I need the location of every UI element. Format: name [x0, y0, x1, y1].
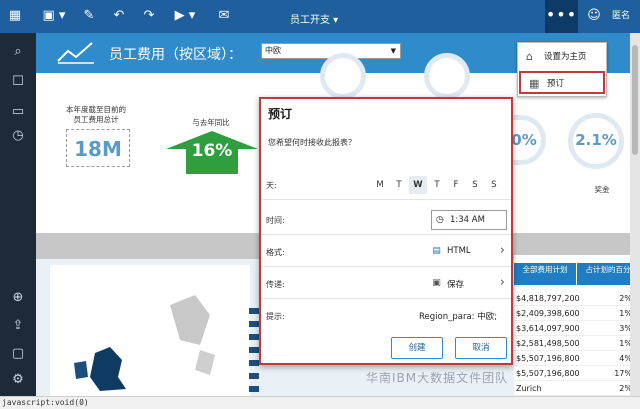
user-name-label[interactable]: 匿名	[608, 8, 634, 24]
report-title[interactable]: 员工开支 ▾	[290, 11, 338, 26]
table-row: $2,409,398,600 1%	[514, 306, 640, 321]
table-row: $3,614,097,900 3%	[514, 321, 640, 336]
new-plus-icon[interactable]: ⊕	[9, 289, 27, 307]
user-icon[interactable]: ☺	[586, 8, 602, 24]
time-label: 时间:	[266, 216, 285, 225]
search-icon[interactable]: ⌕	[9, 43, 27, 61]
table-row: $2,581,498,500 1%	[514, 336, 640, 351]
vertical-scrollbar[interactable]	[630, 33, 640, 396]
day-tue[interactable]: T	[390, 176, 408, 194]
ytd-label: 本年度截至目前的 员工费用总计	[66, 105, 126, 124]
save-icon[interactable]: ▣ ▾	[40, 8, 68, 24]
yoy-label: 与去年同比	[192, 118, 230, 127]
calendar-icon: ▦	[529, 77, 540, 90]
day-mon[interactable]: M	[371, 176, 389, 194]
scroll-thumb[interactable]	[632, 45, 638, 155]
status-url: javascript:void(0)	[2, 398, 89, 407]
chart-logo-icon	[57, 42, 94, 64]
yoy-up-arrow: 16%	[166, 131, 258, 177]
recent-clock-icon[interactable]: ◷	[9, 127, 27, 145]
denmark-shape	[195, 350, 215, 375]
cancel-button[interactable]: 取消	[455, 337, 507, 359]
kpi-ring-4-value: 2.1%	[575, 131, 617, 149]
prompt-value: Region_para: 中欧;	[419, 312, 498, 322]
comment-icon[interactable]: ✉	[215, 8, 233, 24]
home-icon: ⌂	[526, 50, 533, 63]
team-content-icon[interactable]: ▭	[9, 103, 27, 121]
dialog-question: 您希望何时接收此报表？	[268, 138, 356, 147]
format-row[interactable]: 格式: ▤ HTML ›	[261, 237, 511, 267]
chat-icon[interactable]: ▢	[9, 345, 27, 363]
clock-icon: ◷	[436, 215, 444, 225]
table-row: $5,507,196,800 4%	[514, 351, 640, 366]
dialog-title: 预订	[268, 107, 293, 121]
menu-item-set-home[interactable]: ⌂ 设置为主页	[518, 46, 608, 68]
report-heading: 员工费用（按区域）：	[109, 47, 242, 63]
format-label: 格式:	[266, 248, 285, 257]
app-logo-icon: ▦	[8, 8, 22, 23]
kpi-ring-2	[424, 53, 470, 99]
day-label: 天:	[266, 181, 277, 190]
chevron-right-icon[interactable]: ›	[500, 243, 505, 258]
chevron-down-icon: ▼	[390, 47, 396, 55]
day-sat[interactable]: S	[466, 176, 484, 194]
prompt-row: 提示: Region_para: 中欧;	[261, 301, 511, 331]
chevron-right-icon[interactable]: ›	[500, 275, 505, 290]
day-fri[interactable]: F	[447, 176, 465, 194]
prompt-label: 提示:	[266, 312, 285, 321]
left-sidebar: ⌕ ☐ ▭ ◷ ⊕ ⇪ ▢ ⚙	[0, 33, 36, 396]
undo-icon[interactable]: ↶	[110, 8, 128, 24]
ytd-value: 18M	[74, 137, 122, 161]
table-row: $4,818,797,200 2%	[514, 291, 640, 306]
day-thu[interactable]: T	[428, 176, 446, 194]
create-button[interactable]: 创建	[391, 337, 443, 359]
html-file-icon: ▤	[432, 246, 441, 256]
edit-pencil-icon[interactable]: ✎	[80, 8, 98, 24]
redo-icon[interactable]: ↷	[140, 8, 158, 24]
save-disk-icon: ▣	[432, 278, 441, 288]
table-row: Zurich 2%	[514, 381, 640, 396]
manage-icon[interactable]: ⚙	[9, 371, 27, 389]
delivery-row[interactable]: 传递: ▣ 保存 ›	[261, 269, 511, 299]
time-input[interactable]: ◷ 1:34 AM	[431, 210, 507, 230]
format-value: HTML	[447, 246, 471, 256]
uk-shape	[90, 347, 126, 391]
time-row: 时间: ◷ 1:34 AM	[261, 205, 511, 235]
schedule-dialog: 预订 您希望何时接收此报表？ 天: M T W T F S S 时间: ◷ 1:3…	[259, 97, 513, 365]
legend-bars	[249, 308, 259, 396]
expense-table: 全部费用计划 占计划的百分比 $4,818,797,200 2% $2,409,3…	[514, 255, 640, 396]
status-bar: javascript:void(0)	[0, 396, 640, 409]
play-icon[interactable]: ▶ ▾	[172, 8, 198, 24]
day-wed[interactable]: W	[409, 176, 427, 194]
delivery-label: 传递:	[266, 280, 285, 289]
ireland-shape	[74, 361, 88, 379]
region-map[interactable]	[50, 265, 250, 396]
watermark: 华南IBM大数据文件团队	[366, 371, 509, 385]
day-row: 天: M T W T F S S	[261, 170, 511, 200]
more-options-menu: ⌂ 设置为主页 ▦ 预订	[517, 42, 607, 97]
top-bar: ▦ ▣ ▾ ✎ ↶ ↷ ▶ ▾ ✉ 员工开支 ▾ ••• ☺ 匿名	[0, 0, 640, 33]
bonus-label: 奖金	[594, 185, 610, 194]
menu-item-schedule[interactable]: ▦ 预订	[519, 71, 605, 94]
yoy-value: 16%	[191, 141, 233, 161]
my-content-icon[interactable]: ☐	[9, 73, 27, 91]
day-sun[interactable]: S	[485, 176, 503, 194]
table-row: $5,507,196,800 17%	[514, 366, 640, 381]
delivery-value: 保存	[447, 280, 465, 290]
kpi-ring-1	[320, 53, 366, 99]
col-total-plan: 全部费用计划	[514, 263, 576, 285]
upload-icon[interactable]: ⇪	[9, 317, 27, 335]
more-options-button[interactable]: •••	[545, 0, 578, 33]
scandinavia-shape	[170, 295, 210, 345]
